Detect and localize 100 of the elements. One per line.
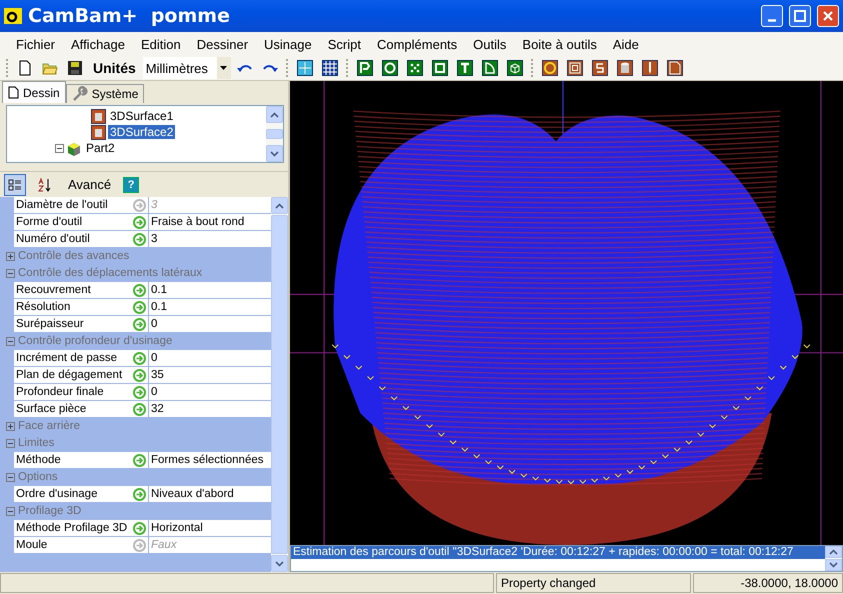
arrow-icon: [132, 300, 146, 314]
category-label: Profilage 3D: [18, 505, 82, 517]
menu-item[interactable]: Dessiner: [188, 36, 256, 52]
categorized-view-button[interactable]: [4, 174, 26, 196]
chevron-down-icon: [829, 562, 838, 568]
property-value[interactable]: Horizontal: [148, 520, 271, 536]
scroll-up-button[interactable]: [825, 546, 842, 558]
tree-item[interactable]: 3DSurface1: [108, 109, 176, 123]
sort-icon: [37, 176, 53, 192]
arrow-icon: [132, 402, 146, 416]
collapse-icon[interactable]: [6, 506, 15, 516]
chevron-down-icon: [275, 560, 284, 566]
collapse-icon[interactable]: [6, 472, 15, 482]
menu-item[interactable]: Edition: [132, 36, 189, 52]
units-dropdown[interactable]: Millimètres: [142, 57, 231, 79]
chevron-up-icon: [270, 112, 279, 118]
caret-icon: [220, 66, 228, 70]
scroll-thumb[interactable]: [266, 129, 283, 139]
property-name: Recouvrement: [14, 282, 130, 298]
scroll-thumb[interactable]: [271, 215, 288, 554]
category-label: Face arrière: [18, 420, 80, 432]
arrow-icon: [132, 522, 146, 534]
property-value[interactable]: 3: [148, 231, 271, 247]
surface-icon: [91, 108, 106, 124]
expand-icon[interactable]: [6, 422, 15, 430]
page-icon: [8, 86, 19, 99]
menu-item[interactable]: Affichage: [63, 36, 133, 52]
property-name: Plan de dégagement: [14, 367, 130, 383]
property-value[interactable]: 0: [148, 384, 271, 400]
minimize-icon: [768, 18, 776, 22]
units-label: Unités: [93, 60, 136, 76]
property-name: Forme d'outil: [14, 214, 130, 230]
arrow-icon: [132, 538, 146, 552]
scroll-up-button[interactable]: [266, 106, 283, 123]
minimize-button[interactable]: [761, 5, 783, 27]
wrench-icon: [72, 86, 88, 102]
scroll-down-button[interactable]: [266, 145, 283, 162]
chevron-up-icon: [829, 549, 838, 555]
category-label: Contrôle des déplacements latéraux: [18, 267, 202, 279]
property-value[interactable]: 32: [148, 401, 271, 417]
property-value[interactable]: 35: [148, 367, 271, 383]
menu-item[interactable]: Compléments: [368, 36, 466, 52]
part-icon: [66, 140, 82, 156]
window-title: CamBam+ pomme: [28, 5, 231, 27]
menu-item[interactable]: Outils: [465, 36, 514, 52]
property-value[interactable]: 0.1: [148, 282, 271, 298]
expand-icon[interactable]: [6, 252, 15, 260]
property-name: Méthode: [14, 452, 130, 468]
property-value[interactable]: 0: [148, 350, 271, 366]
collapse-icon[interactable]: [6, 268, 15, 278]
property-value[interactable]: 0: [148, 316, 271, 332]
maximize-button[interactable]: [789, 5, 811, 27]
arrow-icon: [132, 284, 146, 296]
property-name: Surface pièce: [14, 401, 130, 417]
tree-item[interactable]: Part2: [84, 141, 117, 155]
property-name: Incrément de passe: [14, 350, 130, 366]
property-name: Moule: [14, 537, 130, 553]
scroll-up-button[interactable]: [271, 197, 288, 214]
log-message: Estimation des parcours d'outil ''3DSurface2 'Durée: 00:12:27 + rapides: 00:00:00 = total: 00:12:27: [291, 546, 825, 559]
property-name: Diamètre de l'outil: [14, 197, 130, 213]
category-label: Contrôle profondeur d'usinage: [18, 335, 172, 347]
property-value[interactable]: 0.1: [148, 299, 271, 315]
property-name: Surépaisseur: [14, 316, 130, 332]
help-button[interactable]: ?: [123, 176, 140, 192]
arrow-icon: [132, 232, 146, 246]
collapse-toggle-icon[interactable]: [55, 144, 64, 152]
arrow-icon: [132, 318, 146, 330]
arrow-icon: [132, 216, 146, 228]
property-name: Numéro d'outil: [14, 231, 130, 247]
property-value[interactable]: Niveaux d'abord: [148, 486, 271, 502]
menu-item[interactable]: Fichier: [8, 36, 64, 52]
property-name: Profondeur finale: [14, 384, 130, 400]
property-value[interactable]: Fraise à bout rond: [148, 214, 271, 230]
menu-item[interactable]: Aide: [604, 36, 647, 52]
property-value[interactable]: Formes sélectionnées: [148, 452, 271, 468]
menu-item[interactable]: Boite à outils: [514, 36, 605, 52]
scroll-down-button[interactable]: [271, 555, 288, 572]
category-label: Options: [18, 471, 58, 483]
menu-item[interactable]: Usinage: [256, 36, 320, 52]
status-message: Property changed: [496, 573, 691, 593]
collapse-icon[interactable]: [6, 336, 15, 346]
list-icon: [8, 178, 22, 192]
panel-tab[interactable]: Système: [66, 84, 144, 103]
arrow-icon: [132, 198, 146, 212]
chevron-up-icon: [275, 202, 284, 208]
tree-item[interactable]: 3DSurface2: [108, 125, 176, 139]
cursor-coordinates: -38.0000, 18.0000: [693, 573, 843, 593]
menu-item[interactable]: Script: [320, 36, 369, 52]
collapse-icon[interactable]: [6, 438, 15, 448]
arrow-icon: [132, 368, 146, 382]
arrow-icon: [132, 454, 146, 466]
maximize-icon: [794, 10, 806, 22]
surface-icon: [91, 124, 106, 140]
close-icon: [822, 10, 834, 22]
scroll-down-button[interactable]: [825, 559, 842, 571]
arrow-icon: [132, 352, 146, 364]
panel-tab[interactable]: Dessin: [2, 81, 66, 103]
arrow-icon: [132, 488, 146, 500]
close-button[interactable]: [817, 5, 839, 27]
advanced-button[interactable]: Avancé: [64, 177, 116, 192]
